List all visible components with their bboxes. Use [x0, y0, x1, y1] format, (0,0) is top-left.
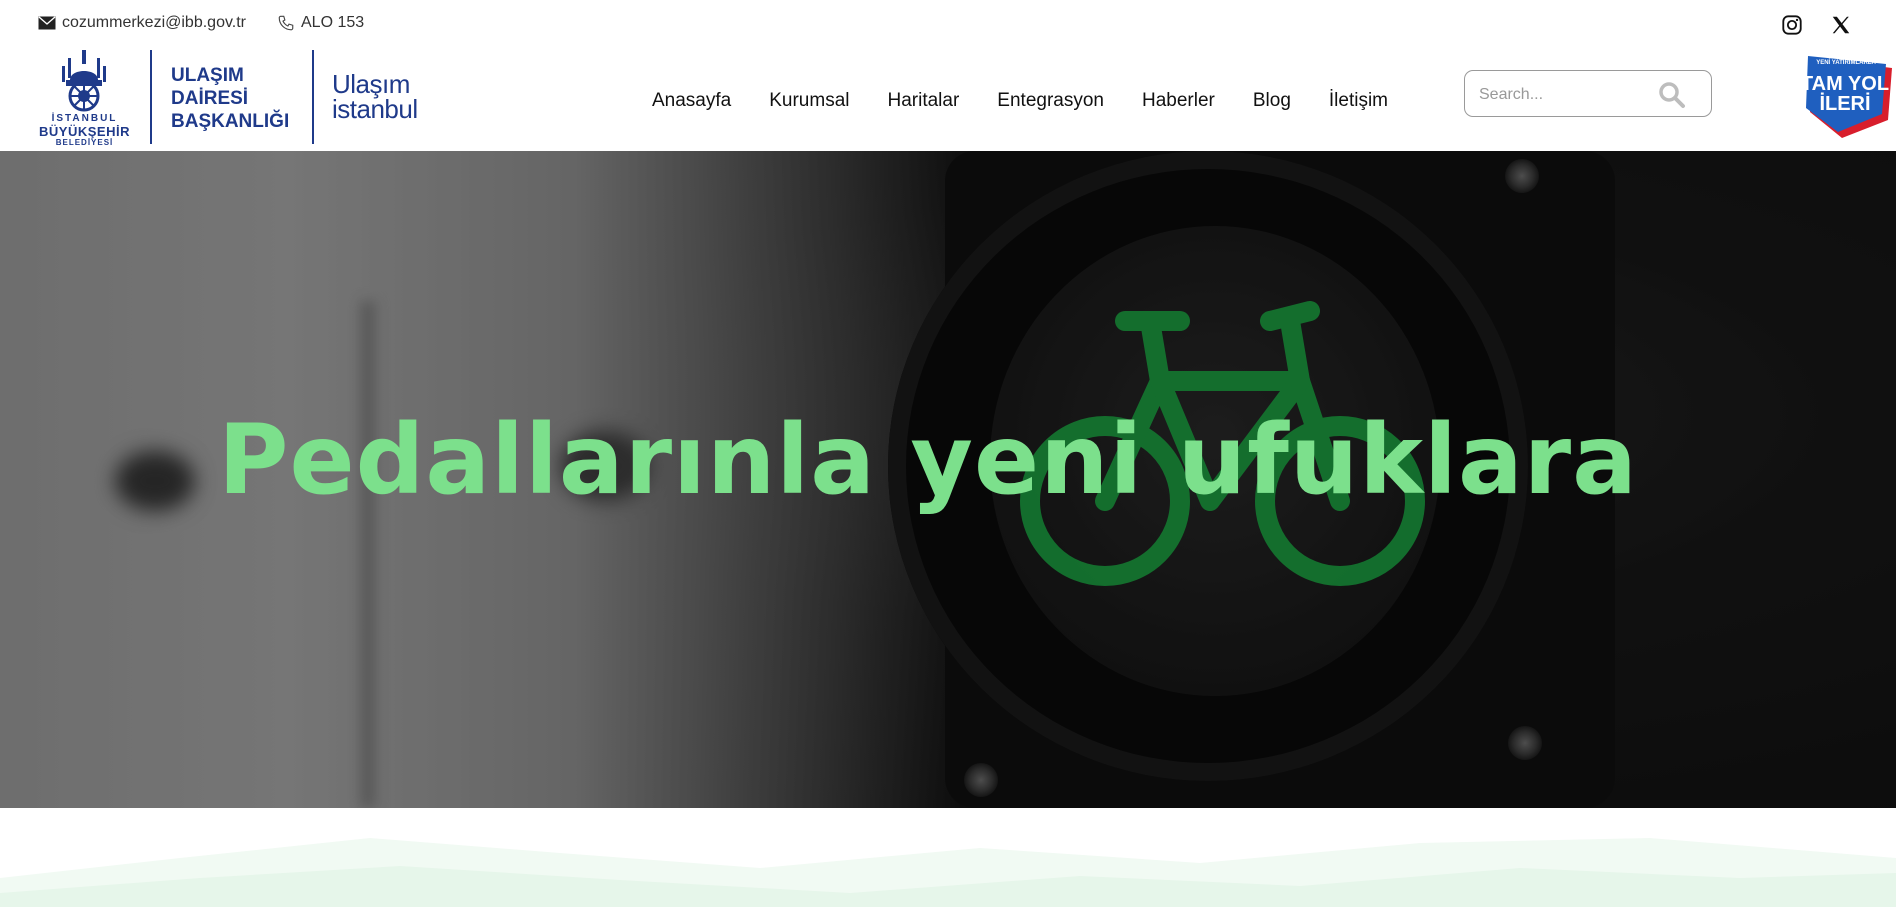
phone-contact[interactable]: ALO 153	[277, 14, 364, 32]
email-text[interactable]: cozummerkezi@ibb.gov.tr	[62, 14, 246, 32]
logo-divider	[312, 50, 314, 144]
search-icon[interactable]	[1657, 80, 1687, 110]
ibb-logo-line3: BELEDİYESİ	[55, 138, 114, 147]
search-input[interactable]	[1477, 83, 1661, 107]
brand-line: istanbul	[332, 94, 418, 124]
ibb-emblem-icon	[62, 50, 106, 112]
ibb-logo[interactable]: İSTANBUL BÜYÜKŞEHİR BELEDİYESİ	[32, 50, 137, 148]
hero-banner: Pedallarınla yeni ufuklara	[0, 151, 1896, 808]
top-contact-bar: cozummerkezi@ibb.gov.tr ALO 153	[0, 0, 1896, 48]
hero-title: Pedallarınla yeni ufuklara	[218, 404, 1638, 516]
instagram-icon[interactable]	[1781, 14, 1803, 36]
tam-yol-ileri-badge[interactable]: YENİ YATIRIMLARLA TAM YOL İLERİ	[1802, 50, 1896, 142]
nav-entegrasyon[interactable]: Entegrasyon	[997, 90, 1104, 112]
phone-text[interactable]: ALO 153	[301, 14, 364, 32]
department-line: DAİRESİ	[171, 88, 249, 109]
ibb-logo-line1: İSTANBUL	[51, 113, 118, 124]
logo-divider	[150, 50, 152, 144]
main-nav: Anasayfa Kurumsal Haritalar Entegrasyon …	[652, 90, 1388, 112]
department-line: BAŞKANLIĞI	[171, 111, 290, 132]
phone-icon	[278, 15, 294, 31]
mail-icon	[38, 16, 56, 30]
nav-haritalar[interactable]: Haritalar	[887, 90, 959, 112]
decorative-wave	[0, 838, 1896, 907]
email-contact[interactable]: cozummerkezi@ibb.gov.tr	[38, 14, 246, 32]
campaign-small-text: YENİ YATIRIMLARLA	[1816, 59, 1876, 66]
department-line: ULAŞIM	[171, 65, 244, 86]
nav-blog[interactable]: Blog	[1253, 90, 1291, 112]
x-icon[interactable]	[1830, 14, 1852, 36]
nav-haberler[interactable]: Haberler	[1142, 90, 1215, 112]
department-name[interactable]: ULAŞIM DAİRESİ BAŞKANLIĞI	[171, 64, 289, 133]
main-header: İSTANBUL BÜYÜKŞEHİR BELEDİYESİ ULAŞIM DA…	[0, 48, 1896, 151]
ulasim-istanbul-logo[interactable]: Ulaşım istanbul	[332, 71, 418, 124]
campaign-big-text: İLERİ	[1819, 92, 1870, 115]
nav-iletisim[interactable]: İletişim	[1329, 90, 1388, 112]
nav-kurumsal[interactable]: Kurumsal	[769, 90, 849, 112]
nav-anasayfa[interactable]: Anasayfa	[652, 90, 731, 112]
campaign-big-text: TAM YOL	[1802, 73, 1889, 95]
search-box	[1464, 70, 1712, 117]
ibb-logo-line2: BÜYÜKŞEHİR	[39, 124, 130, 139]
